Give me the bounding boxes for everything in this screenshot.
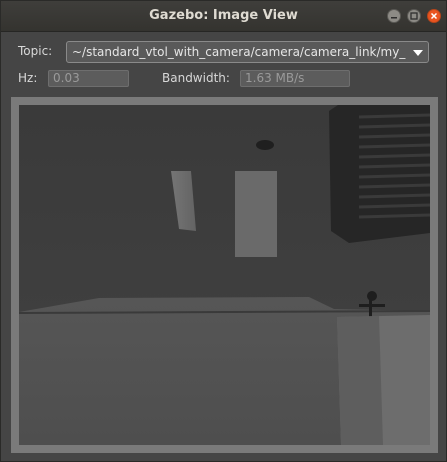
- camera-scene: [19, 105, 430, 445]
- maximize-icon: [410, 12, 418, 20]
- topic-label: Topic:: [18, 44, 53, 58]
- ceiling-light: [256, 140, 274, 150]
- topic-select[interactable]: ~/standard_vtol_with_camera/camera/camer…: [66, 41, 429, 63]
- minimize-button[interactable]: [387, 9, 401, 23]
- close-icon: [430, 12, 438, 20]
- close-button[interactable]: [427, 9, 441, 23]
- maximize-button[interactable]: [407, 9, 421, 23]
- wall-panel-right: [235, 171, 277, 257]
- hz-field: 0.03: [48, 70, 129, 87]
- bandwidth-field: 1.63 MB/s: [240, 70, 350, 87]
- chevron-down-icon: [413, 50, 423, 56]
- topic-value: ~/standard_vtol_with_camera/camera/camer…: [72, 45, 406, 59]
- camera-image: [19, 105, 430, 445]
- bandwidth-label: Bandwidth:: [162, 71, 230, 85]
- title-bar[interactable]: Gazebo: Image View: [1, 1, 446, 32]
- minimize-icon: [391, 17, 397, 19]
- image-view-window: Gazebo: Image View Topic: ~/standard_vto…: [0, 0, 447, 462]
- hz-label: Hz:: [18, 71, 38, 85]
- image-viewport: [11, 97, 438, 453]
- window-title: Gazebo: Image View: [149, 8, 298, 23]
